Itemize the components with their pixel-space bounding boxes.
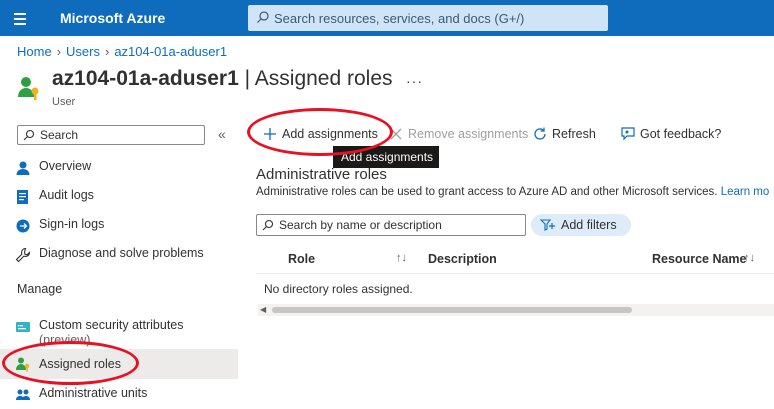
scroll-left-icon[interactable]: ◀ bbox=[260, 305, 266, 314]
sidebar-item-audit-logs[interactable]: Audit logs bbox=[0, 182, 238, 210]
sidebar-item-overview[interactable]: Overview bbox=[0, 153, 238, 181]
plus-icon bbox=[264, 128, 276, 140]
breadcrumb: Home › Users › az104-01a-aduser1 bbox=[17, 44, 227, 59]
page-title-user: az104-01a-aduser1 bbox=[52, 67, 239, 90]
sidebar-item-sign-in-logs[interactable]: Sign-in logs bbox=[0, 211, 238, 239]
admin-units-icon bbox=[16, 389, 30, 400]
sidebar-search-placeholder: Search bbox=[40, 128, 79, 142]
roles-search-placeholder: Search by name or description bbox=[279, 218, 442, 232]
collapse-sidebar-icon[interactable]: « bbox=[218, 126, 226, 142]
search-icon bbox=[257, 11, 269, 23]
sidebar-item-diagnose[interactable]: Diagnose and solve problems bbox=[0, 240, 238, 268]
sidebar-item-label: Audit logs bbox=[39, 188, 94, 202]
page-title-section: Assigned roles bbox=[254, 67, 393, 90]
refresh-label: Refresh bbox=[552, 127, 596, 141]
global-search-placeholder: Search resources, services, and docs (G+… bbox=[274, 11, 525, 26]
attributes-icon bbox=[16, 322, 30, 332]
scrollbar-thumb[interactable] bbox=[272, 307, 632, 313]
table-header: Role ↑↓ Description Resource Name ↑↓ bbox=[256, 246, 774, 274]
search-icon bbox=[262, 219, 274, 231]
feedback-icon bbox=[621, 127, 635, 141]
brand-title[interactable]: Microsoft Azure bbox=[60, 10, 165, 26]
sidebar-item-label: Custom security attributes bbox=[39, 318, 184, 332]
hamburger-menu-icon[interactable] bbox=[12, 8, 32, 28]
refresh-icon bbox=[534, 127, 546, 140]
add-filters-label: Add filters bbox=[561, 218, 617, 232]
remove-assignments-label: Remove assignments bbox=[408, 127, 529, 141]
roles-search-input[interactable]: Search by name or description bbox=[256, 214, 526, 236]
section-description: Administrative roles can be used to gran… bbox=[256, 186, 769, 198]
column-header-description[interactable]: Description bbox=[428, 252, 497, 266]
breadcrumb-user[interactable]: az104-01a-aduser1 bbox=[114, 44, 227, 59]
breadcrumb-home[interactable]: Home bbox=[17, 44, 52, 59]
add-filters-button[interactable]: Add filters bbox=[531, 214, 631, 236]
sidebar-item-administrative-units[interactable]: Administrative units bbox=[0, 380, 238, 408]
page-subtitle: User bbox=[52, 96, 76, 108]
user-icon bbox=[16, 161, 30, 175]
sort-role-icon[interactable]: ↑↓ bbox=[396, 252, 407, 264]
sidebar-item-label: Sign-in logs bbox=[39, 217, 105, 231]
page-title-separator: | bbox=[238, 67, 255, 90]
chevron-right-icon: › bbox=[104, 44, 110, 59]
description-text: Administrative roles can be used to gran… bbox=[256, 186, 718, 198]
add-assignments-tooltip: Add assignments bbox=[333, 146, 439, 168]
sidebar-item-label: Overview bbox=[39, 159, 92, 173]
feedback-label: Got feedback? bbox=[640, 127, 722, 141]
global-search-input[interactable]: Search resources, services, and docs (G+… bbox=[248, 5, 608, 31]
sidebar-section-manage: Manage bbox=[17, 282, 63, 296]
user-role-icon bbox=[18, 77, 39, 100]
sidebar-item-label-secondary: (preview) bbox=[39, 333, 91, 347]
breadcrumb-users[interactable]: Users bbox=[66, 44, 100, 59]
column-header-resource-name[interactable]: Resource Name bbox=[652, 252, 747, 266]
wrench-icon bbox=[15, 247, 31, 263]
assigned-roles-icon bbox=[16, 357, 30, 372]
sidebar: Search « Overview Audit logs Sign-in log… bbox=[0, 120, 238, 409]
filter-icon bbox=[540, 219, 555, 231]
sidebar-search-input[interactable]: Search bbox=[17, 125, 205, 145]
column-header-role[interactable]: Role bbox=[288, 252, 315, 266]
page-title: az104-01a-aduser1 | Assigned roles bbox=[52, 67, 393, 91]
sign-in-icon bbox=[16, 219, 30, 233]
section-heading: Administrative roles bbox=[256, 166, 387, 183]
chevron-right-icon: › bbox=[56, 44, 62, 59]
sidebar-item-label: Assigned roles bbox=[39, 357, 121, 371]
command-bar: Add assignments Remove assignments Refre… bbox=[246, 118, 774, 150]
audit-logs-icon bbox=[17, 190, 28, 204]
learn-more-link[interactable]: Learn mo bbox=[721, 186, 770, 198]
sidebar-item-label: Administrative units bbox=[39, 386, 148, 400]
search-icon bbox=[23, 129, 35, 141]
sort-resource-name-icon[interactable]: ↑↓ bbox=[744, 252, 755, 264]
more-options-button[interactable]: ··· bbox=[406, 73, 423, 89]
azure-top-bar: Microsoft Azure Search resources, servic… bbox=[0, 0, 774, 36]
sidebar-item-assigned-roles[interactable]: Assigned roles bbox=[0, 349, 238, 379]
empty-table-message: No directory roles assigned. bbox=[264, 282, 413, 296]
close-icon bbox=[390, 128, 402, 140]
sidebar-item-label: Diagnose and solve problems bbox=[39, 246, 204, 260]
add-assignments-label: Add assignments bbox=[282, 127, 378, 141]
horizontal-scrollbar[interactable]: ◀ bbox=[258, 304, 774, 316]
sidebar-item-custom-security-attributes[interactable]: Custom security attributes (preview) bbox=[0, 312, 238, 348]
